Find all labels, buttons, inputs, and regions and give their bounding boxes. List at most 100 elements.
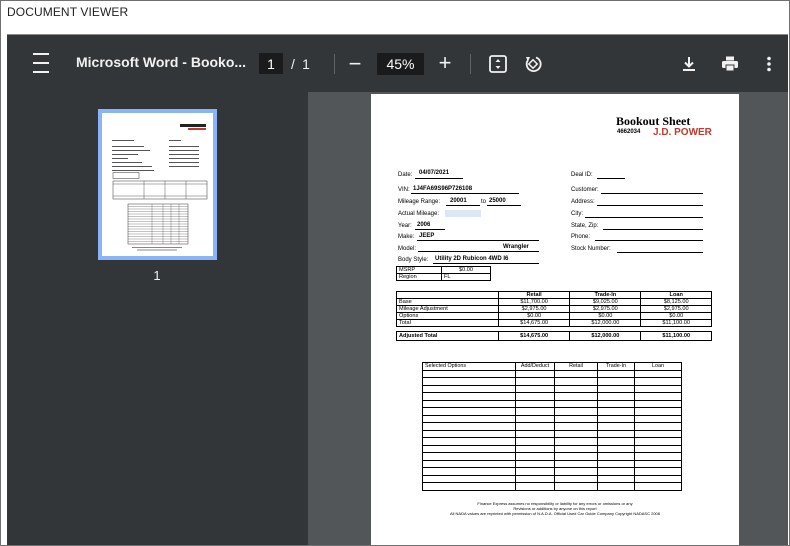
table-cell: $11,700.00 — [497, 298, 571, 306]
mileage-from-value: 20001 — [450, 198, 467, 204]
table-cell — [597, 399, 635, 408]
document-title: Microsoft Word - Booko... — [76, 54, 247, 70]
table-cell — [597, 384, 635, 393]
table-cell — [634, 392, 682, 401]
mileage-to-underline — [487, 205, 521, 206]
zoom-out-button[interactable]: − — [343, 51, 367, 76]
sheet-code: 4662034 — [617, 129, 641, 135]
table-cell — [422, 482, 516, 491]
download-icon[interactable] — [676, 51, 702, 77]
mileage-range-label: Mileage Range: — [398, 199, 441, 205]
table-cell — [554, 369, 598, 378]
table-header: Loan — [640, 291, 712, 299]
table-cell — [634, 384, 682, 393]
table-cell — [634, 407, 682, 416]
rotate-icon[interactable] — [520, 51, 546, 77]
adjusted-total-row: Adjusted Total $14,675.00 $12,000.00 $11… — [396, 331, 712, 341]
table-cell — [597, 377, 635, 386]
deal-id-underline — [597, 178, 625, 179]
table-cell — [634, 467, 682, 476]
table-cell — [422, 392, 516, 401]
table-row — [422, 407, 682, 416]
table-cell — [554, 459, 598, 468]
table-row: Base $11,700.00 $9,025.00 $8,125.00 — [396, 298, 712, 306]
brand-logo: J.D. POWER — [653, 127, 712, 138]
make-value: JEEP — [419, 233, 435, 239]
table-cell — [634, 452, 682, 461]
toolbar-divider — [334, 54, 335, 74]
state-zip-label: State, Zip: — [571, 223, 599, 229]
mileage-from-underline — [446, 205, 480, 206]
actual-mileage-label: Actual Mileage: — [398, 211, 440, 217]
year-label: Year: — [398, 223, 412, 229]
model-value: Wrangler — [503, 244, 529, 250]
zoom-in-button[interactable]: + — [433, 50, 457, 75]
table-cell — [634, 429, 682, 438]
more-vert-icon[interactable] — [756, 51, 782, 77]
table-cell — [597, 467, 635, 476]
table-cell — [634, 474, 682, 483]
table-cell — [634, 422, 682, 431]
viewer-toolbar: Microsoft Word - Booko... 1 / 1 − 45% + — [7, 35, 788, 92]
table-cell — [597, 369, 635, 378]
region-value: FL — [441, 273, 491, 281]
table-cell — [554, 407, 598, 416]
table-cell: Base — [396, 298, 499, 306]
vin-underline — [411, 193, 519, 194]
state-zip-underline — [603, 229, 703, 230]
table-row — [422, 474, 682, 483]
values-table: Retail Trade-In Loan Base $11,700.00 $9,… — [396, 291, 712, 341]
table-cell — [515, 467, 555, 476]
table-cell: $12,000.00 — [569, 319, 642, 327]
table-cell — [422, 467, 516, 476]
page-separator: / — [291, 55, 295, 72]
table-row — [422, 399, 682, 408]
table-cell — [554, 422, 598, 431]
stock-number-underline — [617, 252, 703, 253]
date-label: Date: — [398, 172, 413, 178]
model-label: Model: — [398, 246, 417, 252]
fit-page-icon[interactable] — [485, 51, 511, 77]
customer-underline — [601, 193, 703, 194]
pdf-page: Bookout Sheet 4662034 J.D. POWER Date: 0… — [371, 94, 739, 545]
table-header: Loan — [634, 362, 682, 371]
table-cell — [597, 474, 635, 483]
table-row — [422, 392, 682, 401]
msrp-value: $0.00 — [441, 266, 491, 274]
table-cell — [422, 474, 516, 483]
table-cell — [554, 482, 598, 491]
table-cell — [515, 429, 555, 438]
table-row — [422, 437, 682, 446]
table-cell: $14,675.00 — [497, 319, 571, 327]
zoom-level-input[interactable]: 45% — [377, 53, 424, 75]
region-label: Region — [396, 273, 442, 281]
table-cell: Mileage Adjustment — [396, 305, 499, 313]
table-cell — [515, 399, 555, 408]
menu-icon[interactable] — [29, 53, 53, 73]
table-cell — [422, 399, 516, 408]
table-cell — [515, 369, 555, 378]
actual-mileage-field[interactable] — [445, 210, 481, 217]
table-cell — [634, 377, 682, 386]
table-row — [422, 482, 682, 491]
table-cell — [554, 437, 598, 446]
table-row: Options $0.00 $0.00 $0.00 — [396, 312, 712, 320]
table-cell — [422, 414, 516, 423]
table-header: Trade-In — [569, 291, 642, 299]
year-underline — [415, 229, 445, 230]
year-value: 2006 — [417, 222, 431, 228]
table-cell — [554, 377, 598, 386]
table-cell — [597, 482, 635, 491]
table-cell — [554, 467, 598, 476]
table-cell — [597, 392, 635, 401]
thumbnail-sidebar: 1 — [7, 92, 308, 545]
table-cell — [515, 377, 555, 386]
print-icon[interactable] — [717, 51, 743, 77]
page-number-input[interactable]: 1 — [259, 53, 283, 74]
page-thumbnail[interactable] — [98, 109, 217, 260]
thumbnail-page-preview — [102, 113, 213, 256]
table-cell: $0.00 — [640, 312, 712, 320]
table-cell — [597, 452, 635, 461]
table-cell — [422, 384, 516, 393]
table-header: Retail — [554, 362, 598, 371]
